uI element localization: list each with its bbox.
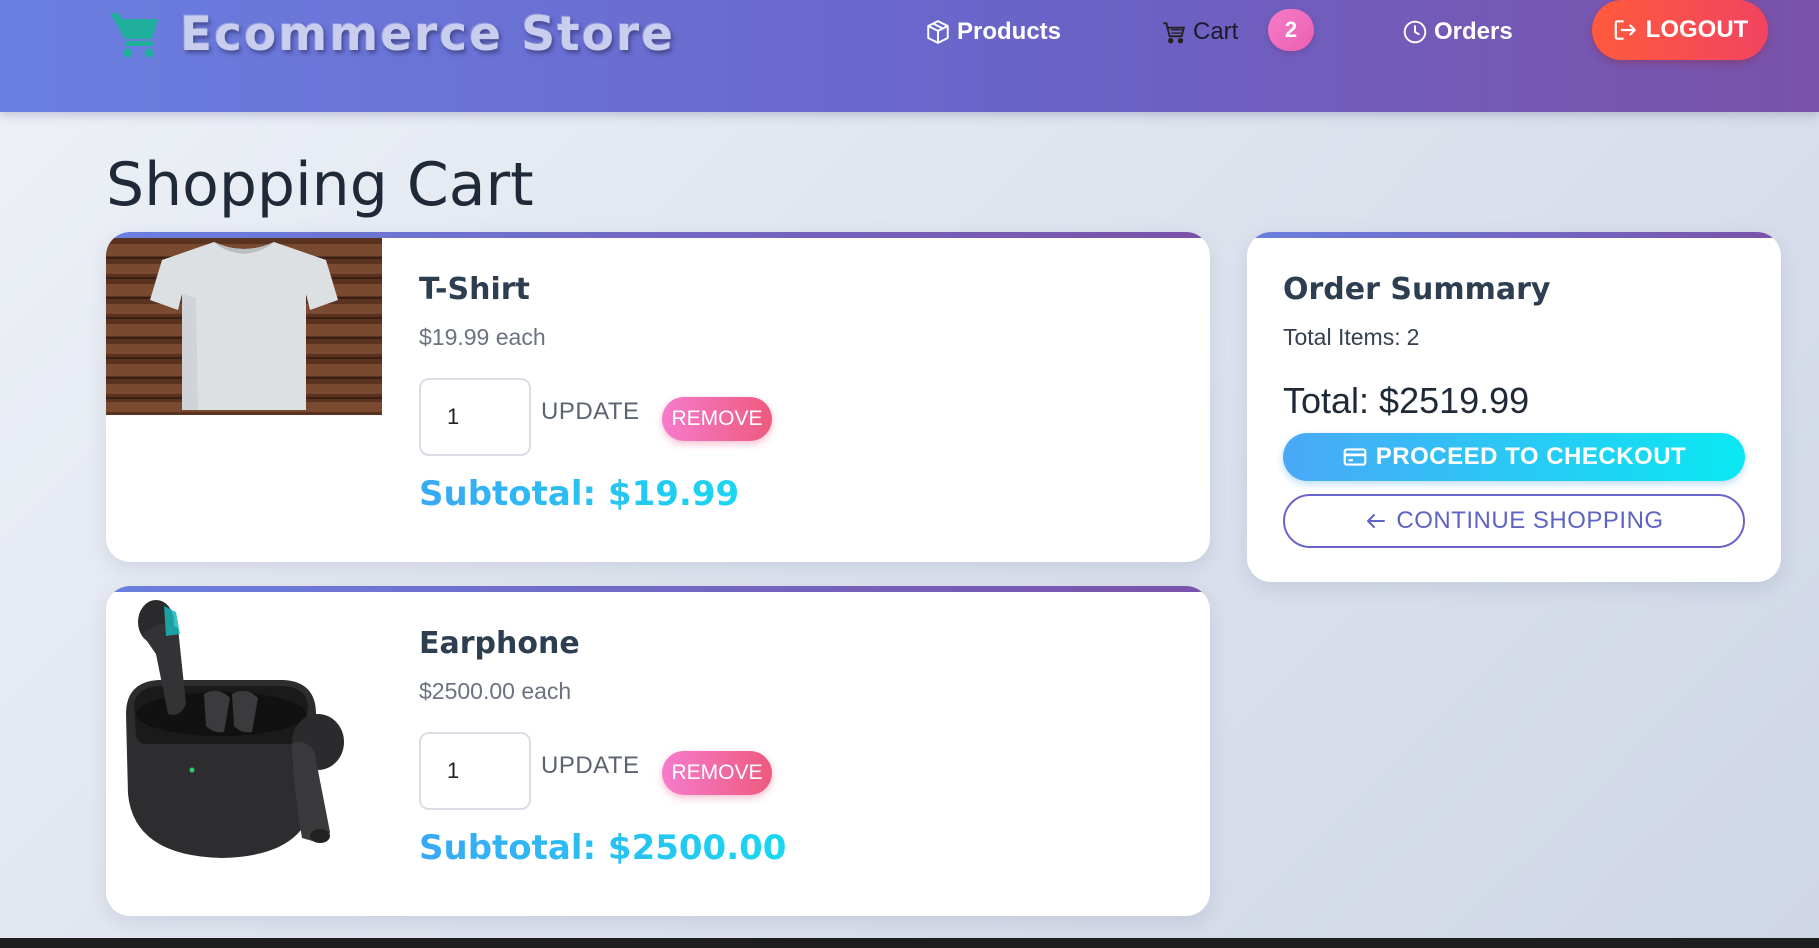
nav-cart-link[interactable]: Cart [1161,14,1238,50]
cart-icon [1163,22,1185,44]
checkout-button[interactable]: PROCEED TO CHECKOUT [1283,433,1745,481]
nav-cart-label: Cart [1193,18,1239,45]
earphone-image [106,594,382,872]
credit-card-icon [1343,448,1367,466]
nav-orders-label: Orders [1434,18,1513,45]
cart-item-card: Earphone $2500.00 each UPDATE REMOVE Sub… [106,586,1210,916]
cart-item-card: T-Shirt $19.99 each UPDATE REMOVE Subtot… [106,232,1210,562]
total-label: Total: [1283,380,1370,421]
arrow-left-icon [1367,514,1386,528]
quantity-input[interactable] [419,378,531,456]
continue-label: CONTINUE SHOPPING [1396,507,1664,534]
checkout-label: PROCEED TO CHECKOUT [1375,443,1687,470]
brand-name: Ecommerce Store [180,6,676,62]
summary-title: Order Summary [1283,272,1551,307]
summary-total-items: Total Items: 2 [1283,324,1419,351]
item-price: $2500.00 each [419,678,572,704]
item-subtotal: Subtotal: $19.99 [419,474,740,514]
tshirt-image [106,238,382,415]
remove-button[interactable]: REMOVE [662,397,772,441]
item-name: T-Shirt [419,272,530,307]
item-price: $19.99 each [419,324,546,350]
logout-label: LOGOUT [1645,16,1749,43]
nav-products-link[interactable]: Products [925,14,1061,50]
quantity-input[interactable] [419,732,531,810]
page-title: Shopping Cart [106,150,534,220]
total-value: $2519.99 [1379,380,1530,421]
cart-count-badge: 2 [1268,9,1314,51]
shopping-cart-icon [110,13,158,58]
clock-icon [1403,20,1427,44]
top-navbar: Ecommerce Store Products Cart 2 Orders L… [0,0,1819,112]
box-icon [927,20,949,44]
update-button[interactable]: UPDATE [541,398,640,426]
update-button[interactable]: UPDATE [541,752,640,780]
total-items-value: 2 [1406,324,1420,350]
logout-icon [1614,20,1636,40]
os-taskbar-edge [0,938,1819,948]
order-summary-card: Order Summary Total Items: 2 Total: $251… [1247,232,1781,582]
summary-total: Total: $2519.99 [1283,380,1529,422]
brand[interactable]: Ecommerce Store [108,4,675,64]
remove-button[interactable]: REMOVE [662,751,772,795]
nav-products-label: Products [957,18,1062,45]
continue-shopping-button[interactable]: CONTINUE SHOPPING [1283,494,1745,548]
total-items-label: Total Items: [1283,324,1401,350]
item-subtotal: Subtotal: $2500.00 [419,828,787,868]
nav-orders-link[interactable]: Orders [1402,14,1513,50]
logout-button[interactable]: LOGOUT [1592,0,1768,60]
item-name: Earphone [419,626,580,661]
